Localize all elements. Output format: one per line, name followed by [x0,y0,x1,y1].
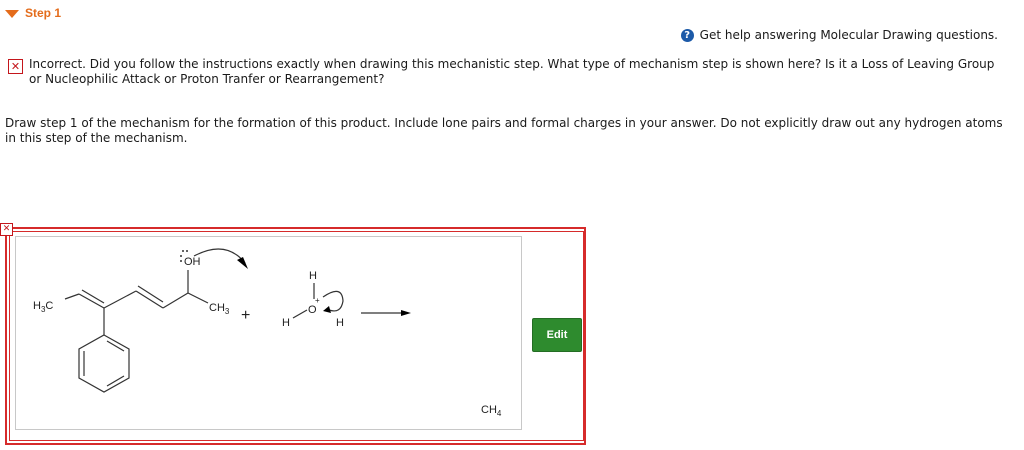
formal-charge-label: + [315,296,320,305]
hydrogen-label: H [309,270,317,282]
bond [162,292,189,309]
reaction-arrowhead [401,310,411,316]
arrowhead [237,257,248,269]
benzene-ring [78,334,130,393]
question-circle-icon: ? [680,28,694,42]
lone-pair-dot [180,255,182,257]
help-link[interactable]: ? Get help answering Molecular Drawing q… [680,28,998,42]
aromatic-bond [106,375,125,387]
curved-arrow [193,248,246,264]
error-x-icon: ✕ [8,59,23,74]
error-x-icon: ✕ [0,223,13,236]
arrowhead [323,306,331,313]
question-instructions: Draw step 1 of the mechanism for the for… [5,116,1003,145]
hydronium-oxygen-label: O [308,304,317,316]
edit-button[interactable]: Edit [532,318,582,352]
plus-sign: + [241,307,250,324]
lone-pair-dot [186,250,188,252]
aromatic-bond [106,340,125,352]
molecule-drawing-canvas[interactable]: H3C OH CH3 + H O + H H CH4 [15,236,522,430]
caret-down-icon [5,9,19,18]
curved-arrow [322,290,344,312]
hydrogen-label: H [282,317,290,329]
feedback-text: Incorrect. Did you follow the instructio… [29,57,995,86]
step-toggle[interactable]: Step 1 [5,6,61,20]
hydroxyl-label: OH [184,256,201,268]
bond [187,292,209,304]
methyl-label: H3C [33,300,53,314]
methyl-label: CH3 [209,302,230,316]
hydrogen-label: H [336,317,344,329]
double-bond-line [81,289,105,304]
bond [64,293,80,300]
lone-pair-dot [182,250,184,252]
bond [292,309,308,319]
lone-pair-dot [180,260,182,262]
mechanism-drawing: H3C OH CH3 + H O + H H CH4 [33,248,502,418]
product-label: CH4 [481,404,502,418]
help-link-label: Get help answering Molecular Drawing que… [699,28,998,42]
step-title: Step 1 [25,6,62,20]
bond [103,290,137,309]
feedback-message: ✕ Incorrect. Did you follow the instruct… [8,57,1008,87]
